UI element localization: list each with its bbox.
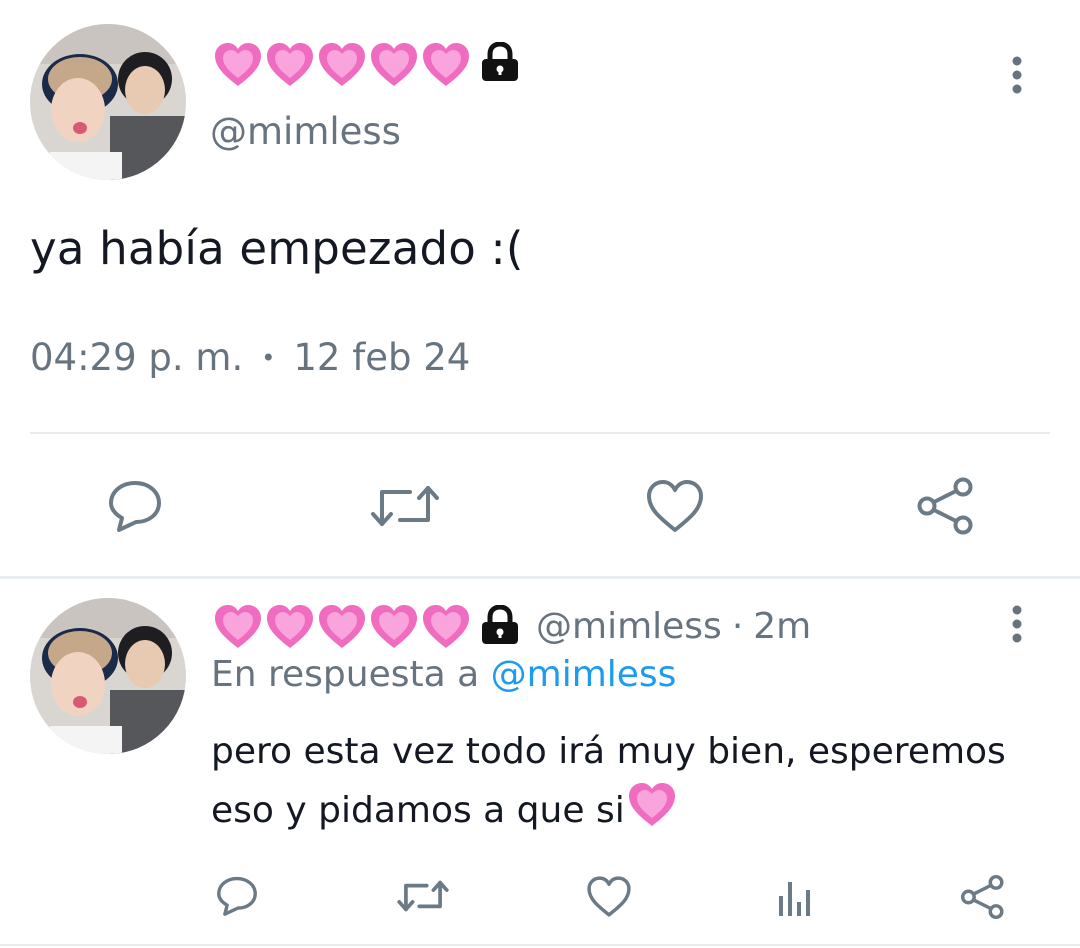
avatar-photo xyxy=(30,24,186,180)
analytics-icon xyxy=(779,882,810,916)
reply-text: pero esta vez todo irá muy bien, esperem… xyxy=(211,722,1041,846)
heart-emoji-icon xyxy=(317,42,367,88)
reply-text-content: pero esta vez todo irá muy bien, esperem… xyxy=(211,731,1006,831)
heart-emoji-icon xyxy=(213,42,263,88)
more-options-icon[interactable] xyxy=(1005,605,1029,643)
display-name-hearts xyxy=(213,604,471,650)
share-icon xyxy=(917,477,973,535)
share-button[interactable] xyxy=(960,874,1006,920)
heart-emoji-icon xyxy=(317,604,367,650)
meta-separator: · xyxy=(731,606,744,647)
heart-emoji-icon xyxy=(369,42,419,88)
display-name-hearts xyxy=(213,42,471,88)
user-handle[interactable]: @mimless xyxy=(210,110,401,153)
lock-icon xyxy=(479,42,521,82)
replying-to-label: En respuesta a xyxy=(211,654,491,695)
avatar-photo xyxy=(30,598,186,754)
share-button[interactable] xyxy=(916,476,976,536)
heart-outline-icon xyxy=(647,480,703,532)
tweet-text: ya había empezado :( xyxy=(30,222,524,275)
reply-age: 2m xyxy=(753,606,812,647)
replying-to-link[interactable]: @mimless xyxy=(491,654,677,695)
reply-header: @mimless · 2m xyxy=(536,606,811,647)
retweet-button[interactable] xyxy=(397,876,449,916)
comment-icon xyxy=(109,481,161,532)
heart-emoji-icon xyxy=(265,42,315,88)
share-icon xyxy=(960,874,1004,920)
more-options-icon[interactable] xyxy=(1005,56,1029,94)
views-button[interactable] xyxy=(776,876,816,918)
replying-to: En respuesta a @mimless xyxy=(211,654,676,695)
like-button[interactable] xyxy=(645,478,705,534)
heart-emoji-icon xyxy=(213,604,263,650)
meta-separator: • xyxy=(261,343,276,372)
like-button[interactable] xyxy=(586,875,632,918)
avatar[interactable] xyxy=(30,24,186,180)
divider xyxy=(0,576,1080,579)
heart-emoji-icon xyxy=(369,604,419,650)
tweet-time: 04:29 p. m. xyxy=(30,336,244,379)
divider xyxy=(30,432,1050,434)
tweet-date: 12 feb 24 xyxy=(293,336,471,379)
tweet-timestamp: 04:29 p. m. • 12 feb 24 xyxy=(30,336,470,379)
heart-emoji-icon xyxy=(421,42,471,88)
lock-icon xyxy=(479,605,521,645)
reply-avatar[interactable] xyxy=(30,598,186,754)
heart-outline-icon xyxy=(587,876,631,917)
reply-button[interactable] xyxy=(106,478,164,534)
retweet-icon xyxy=(397,880,449,912)
comment-icon xyxy=(217,876,257,916)
heart-emoji-icon xyxy=(627,782,677,846)
divider xyxy=(0,944,1080,946)
retweet-button[interactable] xyxy=(370,480,440,532)
retweet-icon xyxy=(371,486,439,526)
heart-emoji-icon xyxy=(421,604,471,650)
reply-button[interactable] xyxy=(215,874,259,918)
reply-handle[interactable]: @mimless xyxy=(536,606,722,647)
heart-emoji-icon xyxy=(265,604,315,650)
